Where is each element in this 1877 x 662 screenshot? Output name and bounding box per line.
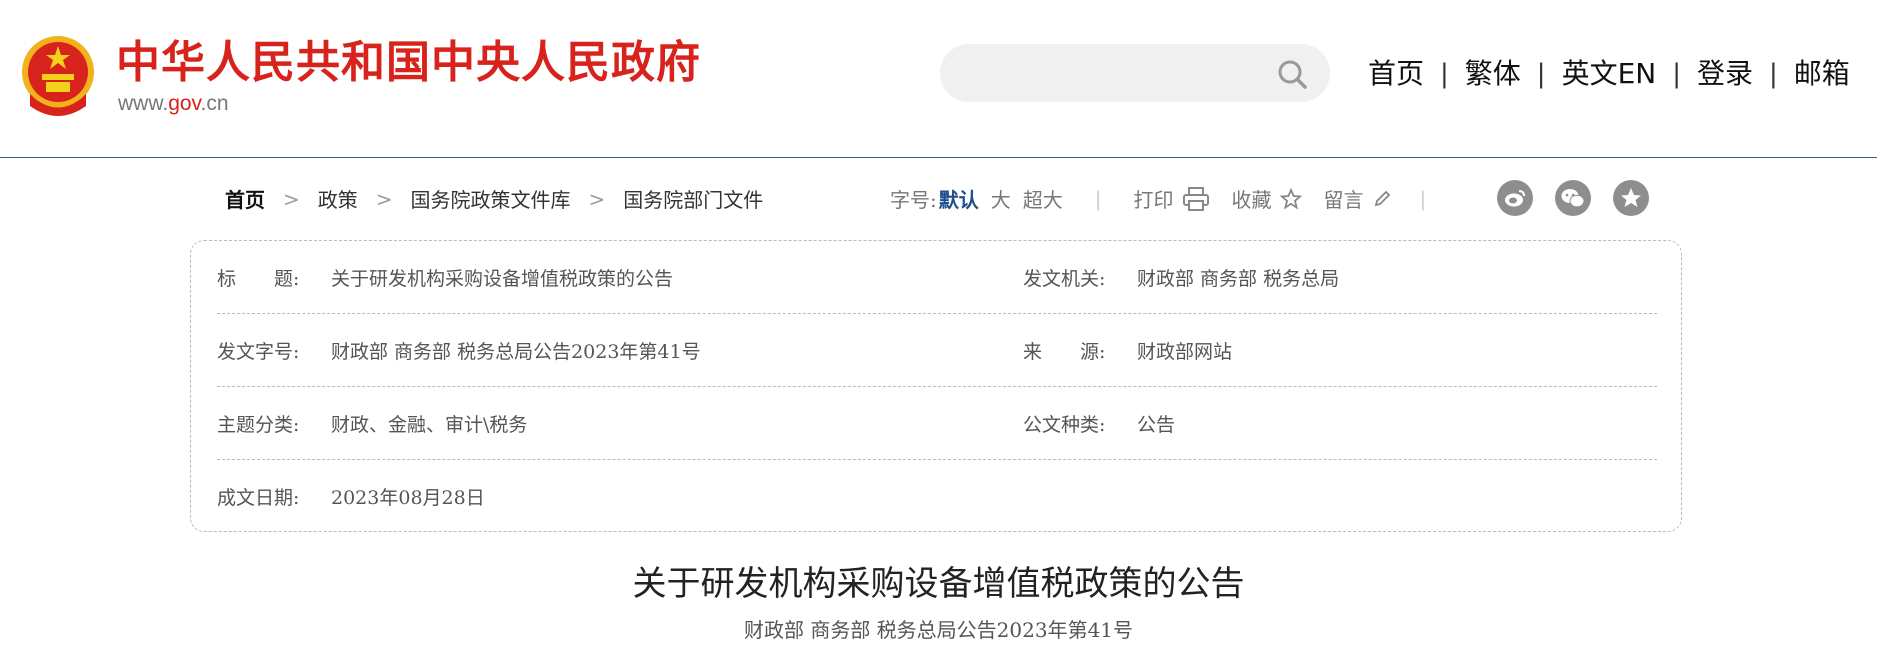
search-box <box>940 44 1330 102</box>
nav-separator: | <box>1672 59 1681 89</box>
comment-button[interactable]: 留言 <box>1324 184 1392 213</box>
info-issuer: 发文机关: 财政部 商务部 税务总局 <box>1023 264 1339 291</box>
nav-separator: | <box>1768 59 1778 89</box>
info-date: 成文日期: 2023年08月28日 <box>217 483 485 510</box>
breadcrumb-policy[interactable]: 政策 <box>318 184 358 213</box>
source-value: 财政部网站 <box>1137 340 1233 363</box>
favorite-button[interactable]: 收藏 <box>1232 184 1302 213</box>
source-label: 来 源: <box>1023 340 1106 363</box>
info-source: 来 源: 财政部网站 <box>1023 337 1232 364</box>
font-size-label: 字号: <box>890 188 937 212</box>
national-emblem-icon[interactable] <box>20 34 96 116</box>
favorite-label: 收藏 <box>1231 188 1272 212</box>
url-prefix: www. <box>118 92 169 115</box>
breadcrumb-home[interactable]: 首页 <box>225 184 265 213</box>
nav-home[interactable]: 首页 <box>1368 54 1424 94</box>
font-size-large[interactable]: 大 <box>991 184 1011 213</box>
info-doc-number: 发文字号: 财政部 商务部 税务总局公告2023年第41号 <box>217 337 701 364</box>
site-url[interactable]: www.gov.cn <box>118 92 229 116</box>
search-input[interactable] <box>964 58 1264 88</box>
article-tools: 字号: 默认 大 超大 | 打印 收藏 留言 | <box>890 184 1458 213</box>
issuer-value: 财政部 商务部 税务总局 <box>1137 267 1340 290</box>
topic-label: 主题分类: <box>217 413 300 436</box>
url-gov: gov <box>168 92 201 115</box>
nav-login[interactable]: 登录 <box>1697 54 1753 94</box>
doc-type-value: 公告 <box>1137 413 1176 436</box>
doc-number-value: 财政部 商务部 税务总局公告2023年第41号 <box>331 340 701 363</box>
issuer-label: 发文机关: <box>1023 267 1106 290</box>
font-size-default[interactable]: 默认 <box>939 184 979 213</box>
print-button[interactable]: 打印 <box>1134 184 1210 213</box>
info-row: 标 题: 关于研发机构采购设备增值税政策的公告 发文机关: 财政部 商务部 税务… <box>217 241 1657 314</box>
nav-mail[interactable]: 邮箱 <box>1794 54 1850 94</box>
nav-separator: | <box>1536 59 1546 89</box>
site-title[interactable]: 中华人民共和国中央人民政府 <box>116 36 701 90</box>
pencil-icon <box>1374 190 1390 206</box>
url-suffix: .cn <box>200 92 229 115</box>
font-size-xlarge[interactable]: 超大 <box>1023 184 1063 213</box>
site-header: 中华人民共和国中央人民政府 www.gov.cn 首页 | 繁体 | 英文EN … <box>0 0 1877 158</box>
nav-separator: | <box>1440 59 1449 89</box>
qzone-share-button[interactable] <box>1613 180 1649 216</box>
topic-value: 财政、金融、审计\税务 <box>331 413 528 436</box>
info-row: 成文日期: 2023年08月28日 <box>217 460 1657 533</box>
comment-label: 留言 <box>1323 188 1364 212</box>
breadcrumb-policy-library[interactable]: 国务院政策文件库 <box>411 184 571 213</box>
title-label: 标 题: <box>217 267 300 290</box>
star-icon <box>1279 187 1302 210</box>
article-subtitle: 财政部 商务部 税务总局公告2023年第41号 <box>743 618 1134 642</box>
tools-separator: | <box>1419 186 1427 211</box>
weibo-icon <box>1505 190 1525 207</box>
breadcrumb: 首页 > 政策 > 国务院政策文件库 > 国务院部门文件 <box>225 184 763 213</box>
info-title: 标 题: 关于研发机构采购设备增值税政策的公告 <box>217 264 673 291</box>
document-info-table: 标 题: 关于研发机构采购设备增值税政策的公告 发文机关: 财政部 商务部 税务… <box>190 240 1682 532</box>
info-row: 发文字号: 财政部 商务部 税务总局公告2023年第41号 来 源: 财政部网站 <box>217 314 1657 387</box>
wechat-icon <box>1561 189 1585 208</box>
nav-traditional[interactable]: 繁体 <box>1465 54 1521 94</box>
printer-icon <box>1182 186 1209 211</box>
article-title: 关于研发机构采购设备增值税政策的公告 <box>632 564 1245 604</box>
title-value: 关于研发机构采购设备增值税政策的公告 <box>331 267 674 290</box>
doc-type-label: 公文种类: <box>1023 413 1106 436</box>
date-label: 成文日期: <box>217 487 300 509</box>
wechat-share-button[interactable] <box>1555 180 1591 216</box>
info-doc-type: 公文种类: 公告 <box>1023 410 1175 437</box>
date-value: 2023年08月28日 <box>331 487 485 509</box>
weibo-share-button[interactable] <box>1497 180 1533 216</box>
breadcrumb-arrow: > <box>588 186 606 211</box>
qzone-star-icon <box>1621 188 1641 207</box>
top-nav: 首页 | 繁体 | 英文EN | 登录 | 邮箱 <box>1368 54 1850 94</box>
breadcrumb-arrow: > <box>375 186 393 211</box>
share-buttons <box>1497 180 1671 216</box>
print-label: 打印 <box>1133 188 1174 212</box>
info-row: 主题分类: 财政、金融、审计\税务 公文种类: 公告 <box>217 387 1657 460</box>
nav-english[interactable]: 英文EN <box>1562 54 1657 94</box>
breadcrumb-department-docs[interactable]: 国务院部门文件 <box>623 184 763 213</box>
info-topic: 主题分类: 财政、金融、审计\税务 <box>217 410 527 437</box>
tools-separator: | <box>1094 186 1102 211</box>
breadcrumb-arrow: > <box>283 186 300 211</box>
doc-number-label: 发文字号: <box>217 340 300 363</box>
search-icon[interactable] <box>1276 58 1308 90</box>
